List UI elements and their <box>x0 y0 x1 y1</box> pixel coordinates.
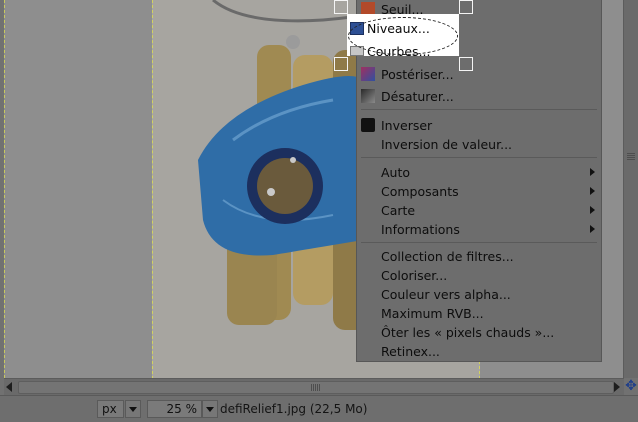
scroll-left-icon[interactable] <box>6 382 12 392</box>
menu-item-desaturate[interactable]: Désaturer... <box>357 87 601 106</box>
submenu-arrow-icon <box>590 206 595 214</box>
canvas-boundary <box>4 0 5 378</box>
unit-value: px <box>102 402 117 416</box>
zoom-value: 25 % <box>166 402 198 416</box>
menu-item-filter-collection[interactable]: Collection de filtres... <box>357 247 601 266</box>
selection-ellipse <box>348 17 458 55</box>
menu-item-info[interactable]: Informations <box>357 220 601 239</box>
menu-item-value-invert[interactable]: Inversion de valeur... <box>357 135 601 154</box>
navigate-icon[interactable]: ✥ <box>624 379 638 394</box>
horizontal-scrollbar[interactable] <box>4 378 624 395</box>
posterize-icon <box>361 67 375 81</box>
menu-item-map[interactable]: Carte <box>357 201 601 220</box>
menu-item-auto[interactable]: Auto <box>357 163 601 182</box>
invert-icon <box>361 118 375 132</box>
menu-item-components[interactable]: Composants <box>357 182 601 201</box>
file-info: defiRelief1.jpg (22,5 Mo) <box>220 402 368 416</box>
menu-item-invert[interactable]: Inverser <box>357 116 601 135</box>
zoom-dropdown-button[interactable] <box>202 400 218 418</box>
unit-dropdown-button[interactable] <box>125 400 141 418</box>
menu-item-max-rgb[interactable]: Maximum RVB... <box>357 304 601 323</box>
menu-separator <box>361 242 597 243</box>
submenu-arrow-icon <box>590 168 595 176</box>
selection-handle[interactable] <box>459 57 473 71</box>
menu-item-retinex[interactable]: Retinex... <box>357 342 601 361</box>
vertical-scrollbar[interactable] <box>623 0 638 378</box>
zoom-field[interactable]: 25 % <box>147 400 202 418</box>
menu-item-hot-pixels[interactable]: Ôter les « pixels chauds »... <box>357 323 601 342</box>
desaturate-icon <box>361 89 375 103</box>
submenu-arrow-icon <box>590 225 595 233</box>
unit-selector[interactable]: px <box>97 400 124 418</box>
menu-separator <box>361 109 597 110</box>
horizontal-scroll-thumb[interactable] <box>18 381 614 394</box>
selection-handle[interactable] <box>334 0 348 14</box>
scroll-grip-icon <box>311 384 321 391</box>
menu-item-posterize[interactable]: Postériser... <box>357 65 601 84</box>
scroll-grip-icon <box>627 152 635 160</box>
menu-item-color-to-alpha[interactable]: Couleur vers alpha... <box>357 285 601 304</box>
submenu-arrow-icon <box>590 187 595 195</box>
statusbar: px 25 % defiRelief1.jpg (22,5 Mo) <box>0 395 638 422</box>
selection-handle[interactable] <box>334 57 348 71</box>
menu-separator <box>361 157 597 158</box>
scroll-right-icon[interactable] <box>614 382 620 392</box>
menu-item-colorize[interactable]: Coloriser... <box>357 266 601 285</box>
selection-handle[interactable] <box>459 0 473 14</box>
